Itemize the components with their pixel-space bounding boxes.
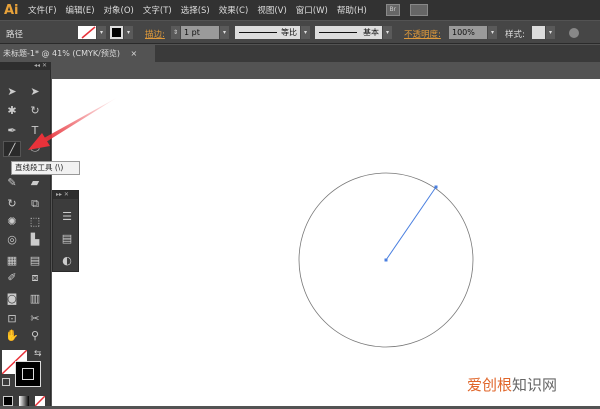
eyedropper-icon[interactable]: ✐	[3, 270, 21, 286]
swap-colors-icon[interactable]: ⇆	[34, 349, 42, 359]
menu-view[interactable]: 视图(V)	[257, 4, 286, 16]
gradient-tool-icon[interactable]: ▤	[26, 253, 44, 269]
anchor-point[interactable]	[434, 185, 438, 189]
artboard[interactable]	[52, 79, 600, 406]
brush-dropdown[interactable]: ▾	[383, 26, 392, 39]
graphic-style-swatch[interactable]	[532, 26, 545, 39]
zoom-tool-icon[interactable]: ⚲	[26, 328, 44, 344]
gradient-panel-icon[interactable]: ▤	[58, 231, 76, 247]
mesh-icon[interactable]: ▦	[3, 253, 21, 269]
blend-icon[interactable]: ⧈	[26, 270, 44, 286]
hand-tool-icon[interactable]: ✋	[3, 328, 21, 344]
profile-dropdown[interactable]: ▾	[301, 26, 310, 39]
opacity-input[interactable]: 100%	[449, 26, 487, 39]
recolor-icon[interactable]	[569, 28, 579, 38]
workspace-switcher-button[interactable]	[409, 4, 428, 16]
style-dropdown[interactable]: ▾	[546, 26, 555, 39]
warp-icon[interactable]: ✺	[3, 214, 21, 230]
style-label: 样式:	[505, 30, 525, 40]
none-mode-button[interactable]	[35, 396, 45, 406]
slice-tool-icon[interactable]: ✂	[26, 311, 44, 327]
artwork	[298, 172, 474, 348]
bridge-button[interactable]: Br	[385, 4, 400, 16]
stroke-weight-dropdown[interactable]: ▾	[220, 26, 229, 39]
floating-panel: ▸▸ ✕ ☰ ▤ ◐	[52, 190, 79, 272]
default-colors-icon[interactable]	[2, 378, 10, 386]
floating-panel-header[interactable]: ▸▸ ✕	[53, 191, 78, 199]
anchor-point[interactable]	[384, 258, 388, 262]
eraser-icon[interactable]: ▰	[26, 175, 44, 191]
stroke-color-swatch[interactable]	[15, 361, 41, 387]
variable-width-profile[interactable]: 等比	[235, 26, 300, 39]
transparency-panel-icon[interactable]: ◐	[58, 253, 76, 269]
watermark: 爱创根知识网	[467, 376, 558, 394]
stroke-weight-input[interactable]: 1 pt	[181, 26, 219, 39]
color-mode-button[interactable]	[3, 396, 13, 406]
menu-type[interactable]: 文字(T)	[143, 4, 172, 16]
artboard-tool-icon[interactable]: ⊡	[3, 311, 21, 327]
red-arrow-annotation	[28, 97, 118, 150]
symbol-sprayer-icon[interactable]: ◙	[3, 291, 21, 307]
opacity-label[interactable]: 不透明度:	[404, 28, 441, 40]
rotate-icon[interactable]: ↻	[3, 196, 21, 212]
graph-tool-icon[interactable]: ▥	[26, 291, 44, 307]
stroke-weight-stepper[interactable]: ⇕	[171, 26, 180, 39]
opacity-dropdown[interactable]: ▾	[488, 26, 497, 39]
stroke-label[interactable]: 描边:	[145, 28, 165, 40]
menu-effect[interactable]: 效果(C)	[219, 4, 249, 16]
perspective-grid-icon[interactable]: ▙	[26, 232, 44, 248]
brush-definition[interactable]: 基本	[315, 26, 382, 39]
menu-window[interactable]: 窗口(W)	[296, 4, 328, 16]
free-transform-icon[interactable]: ⬚	[26, 214, 44, 230]
scale-icon[interactable]: ⧉	[26, 196, 44, 212]
menu-select[interactable]: 选择(S)	[181, 4, 210, 16]
menu-help[interactable]: 帮助(H)	[337, 4, 367, 16]
paintbrush-icon[interactable]: ✎	[3, 175, 21, 191]
tab-close-icon[interactable]: ×	[131, 49, 138, 58]
stroke-panel-icon[interactable]: ☰	[58, 209, 76, 225]
selected-line-path[interactable]	[385, 186, 437, 261]
gradient-mode-button[interactable]	[19, 396, 29, 406]
shape-builder-icon[interactable]: ◎	[3, 232, 21, 248]
tool-tooltip: 直线段工具 (\)	[11, 161, 80, 175]
